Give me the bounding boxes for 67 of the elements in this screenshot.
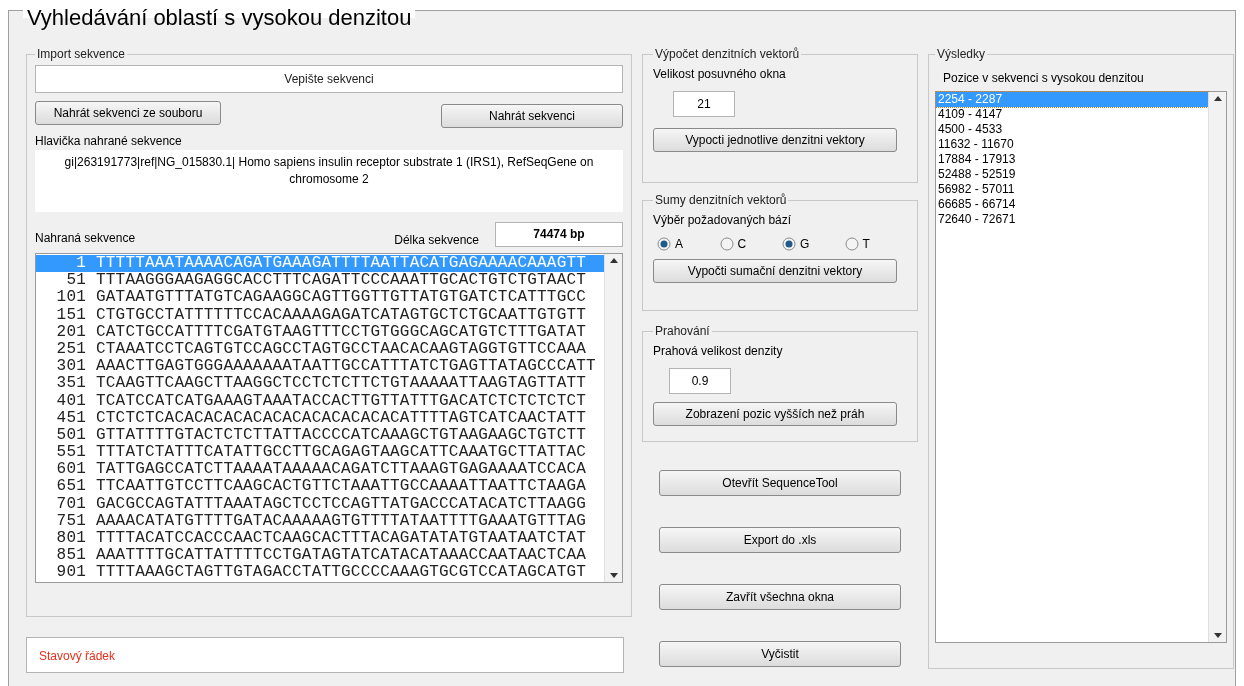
window-size-label: Velikost posuvného okna [653,67,787,81]
panel-title: Prahování [654,324,711,338]
sequence-row[interactable]: 301 AAACTTGAGTGGGAAAAAAATAATTGCCATTTATCTGAGTTATAGCCCATT [36,358,604,376]
result-item[interactable]: 72640 - 72671 [936,212,1208,227]
scrollbar[interactable] [1208,92,1226,642]
load-sequence-button[interactable]: Nahrát sekvenci [441,104,623,128]
result-item[interactable]: 17884 - 17913 [936,152,1208,167]
result-item[interactable]: 4109 - 4147 [936,107,1208,122]
compute-sum-button[interactable]: Vypočti sumační denzitni vektory [653,259,897,283]
sequence-row[interactable]: 601 TATTGAGCCATCTTAAAATAAAAACAGATCTTAAAGTGAGAAAATCCACA [36,461,604,479]
sequence-row[interactable]: 701 GACGCCAGTATTTAAATAGCTCCTCCAGTTATGACCCATACATCTTAAGG [36,495,604,513]
action-button[interactable]: Otevřít SequenceTool [659,470,901,496]
scroll-up-icon[interactable] [609,258,618,263]
result-item[interactable]: 56982 - 57011 [936,182,1208,197]
threshold-field[interactable]: 0.9 [669,368,731,394]
sequence-label: Nahraná sekvence [35,231,137,245]
radio-label: C [737,237,747,251]
radio-label: A [675,237,683,251]
sequence-row[interactable]: 901 TTTTAAAGCTAGTTGTAGACCTATTGCCCCAAAGTGCGTCCATAGCATGT [36,564,604,582]
sequence-input-field[interactable]: Vepište sekvenci [35,65,623,93]
radio-label: G [800,237,810,251]
sequence-row[interactable]: 151 CTGTGCCTATTTTTTCCACAAAAGAGATCATAGTGCTCTGCAATTGTGTT [36,306,604,324]
result-item[interactable]: 52488 - 52519 [936,167,1208,182]
sequence-row[interactable]: 851 AAATTTTGCATTATTTTCCTGATAGTATCATACATAAACCAATAACTCAA [36,547,604,565]
sequence-row[interactable]: 451 CTCTCTCACACACACACACACACACACACACATTTTAGTCATCAACTATT [36,409,604,427]
sequence-row[interactable]: 401 TCATCCATCATGAAAGTAAATACCACTTGTTATTTGACATCTCTCTCTCT [36,392,604,410]
sequence-row[interactable]: 351 TCAAGTTCAAGCTTAAGGCTCCTCTCTTCTGTAAAAATTAAGTAGTTATT [36,375,604,393]
sequence-row[interactable]: 751 AAAACATATGTTTTGATACAAAAAGTGTTTTATAATTTTGAAATGTTTAG [36,512,604,530]
radio-button[interactable] [782,237,796,251]
panel-title: Výpočet denzitních vektorů [654,47,801,61]
sequence-row[interactable]: 501 GTTATTTTGTACTCTCTTATTACCCCATCAAAGCTGTAAGAAGCTGTCTT [36,426,604,445]
scroll-down-icon[interactable] [1213,633,1222,638]
action-button[interactable]: Zavřít všechna okna [659,584,901,610]
result-item[interactable]: 11632 - 11670 [936,137,1208,152]
scroll-down-icon[interactable] [609,573,618,578]
show-positions-button[interactable]: Zobrazení pozic vyšších než práh [653,402,897,426]
action-button[interactable]: Vyčistit [659,641,901,667]
sequence-row[interactable]: 551 TTTATCTATTTCATATTGCCTTGCAGAGTAAGCATTCAAATGCTTATTAC [36,444,604,462]
scroll-up-icon[interactable] [1213,96,1222,101]
radio-button[interactable] [719,237,734,251]
result-item[interactable]: 66685 - 66714 [936,197,1208,212]
header-text: gi|263191773|ref|NG_015830.1| Homo sapiens insulin receptor substrate 1 (IRS1), RefSeqGene on chromosome 2 [35,150,623,212]
radio-button[interactable] [844,237,859,251]
compute-button[interactable]: Vypocti jednotlive denzitni vektory [653,128,897,152]
sequence-row[interactable]: 651 TTCAATTGTCCTTCAAGCACTGTTCTAAATTGCCAAAATTAATTCTAAGA [36,478,604,496]
radio-button[interactable] [657,237,671,251]
sequence-row[interactable]: 201 CATCTGCCATTTTCGATGTAAGTTTCCTGTGGGCAGCATGTCTTTGATAT [36,323,604,341]
status-bar: Stavový řádek [26,637,624,673]
results-label: Pozice v sekvenci s vysokou denzitou [943,71,1145,85]
sequence-row[interactable]: 251 CTAAATCCTCAGTGTCCAGCCTAGTGCCTAACACAAGTAGGTGTTCCAAA [36,340,604,359]
panel-title: Import sekvence [36,47,127,61]
action-button[interactable]: Export do .xls [659,527,901,553]
sequence-row[interactable]: 51 TTTAAGGGAAGAGGCACCTTTCAGATTCCCAAATTGCACTGTCTGTAACT [36,272,604,290]
panel-title: Výsledky [936,47,987,61]
panel-title: Sumy denzitních vektorů [654,193,788,207]
length-field: 74474 bp [495,222,623,247]
sequence-row[interactable]: 101 GATAATGTTTATGTCAGAAGGCAGTTGGTTGTTATGTGATCTCATTTGCC [36,289,604,307]
header-label: Hlavička nahrané sekvence [35,134,183,148]
window-size-field[interactable]: 21 [673,91,735,117]
threshold-label: Prahová velikost denzity [653,344,784,358]
length-label: Délka sekvence [394,233,479,247]
load-file-button[interactable]: Nahrát sekvenci ze souboru [35,101,221,125]
sequence-row[interactable]: 801 TTTTACATCCACCCAACTCAAGCACTTTACAGATATATGTAATAATCTAT [36,530,604,548]
result-item[interactable]: 4500 - 4533 [936,122,1208,137]
bases-label: Výběr požadovaných bází [653,213,793,227]
radio-label: T [862,237,870,251]
scrollbar[interactable] [604,254,622,582]
